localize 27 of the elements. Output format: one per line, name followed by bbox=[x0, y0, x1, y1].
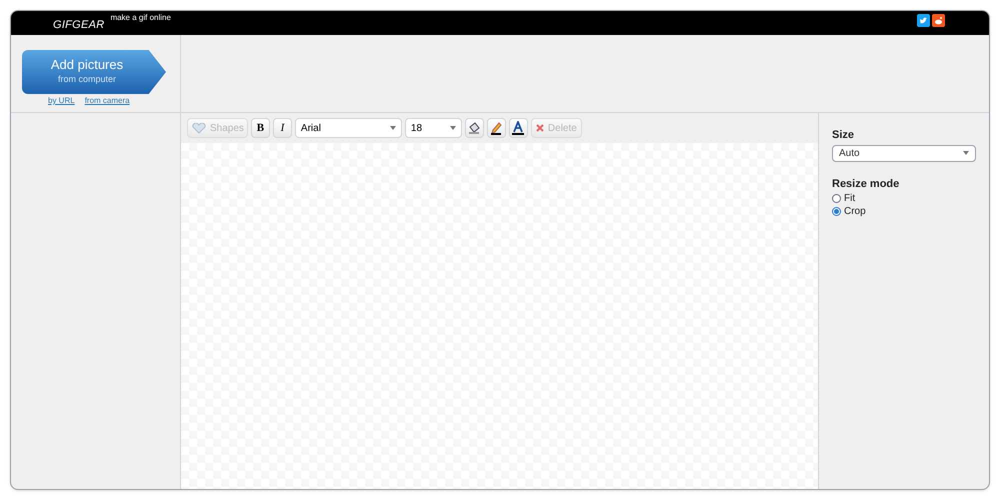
size-dropdown[interactable]: Auto bbox=[832, 144, 976, 162]
text-color-icon bbox=[511, 121, 526, 135]
link[interactable]: from camera bbox=[84, 95, 130, 107]
italic-button[interactable]: I bbox=[272, 118, 292, 138]
link[interactable]: by URL bbox=[48, 95, 75, 107]
radio-label: Fit bbox=[844, 192, 856, 206]
tagline: make a gif online bbox=[110, 12, 171, 24]
caret-icon bbox=[450, 126, 456, 130]
caret-icon bbox=[963, 151, 969, 155]
radio-button[interactable] bbox=[832, 194, 841, 203]
pencil-icon bbox=[489, 121, 504, 135]
size-label: Size bbox=[832, 128, 856, 143]
fill-color-button[interactable] bbox=[464, 118, 484, 138]
caret-icon bbox=[390, 126, 396, 130]
add-pictures-button[interactable]: Add pictures from computer bbox=[22, 50, 166, 94]
heart-icon bbox=[191, 122, 207, 134]
logo[interactable]: GIFGEAR bbox=[53, 17, 104, 34]
font-size-dropdown[interactable]: 18 bbox=[404, 118, 462, 138]
bold-button[interactable]: B bbox=[250, 118, 270, 138]
radio-label: Crop bbox=[844, 205, 866, 219]
bird-icon[interactable] bbox=[917, 14, 930, 27]
close-icon bbox=[536, 124, 544, 132]
radio-button[interactable] bbox=[832, 207, 841, 216]
text-color-button[interactable] bbox=[508, 118, 528, 138]
line-color-button[interactable] bbox=[486, 118, 506, 138]
resize-mode-label: Resize mode bbox=[832, 176, 900, 192]
font-dropdown[interactable]: Arial bbox=[294, 118, 402, 138]
